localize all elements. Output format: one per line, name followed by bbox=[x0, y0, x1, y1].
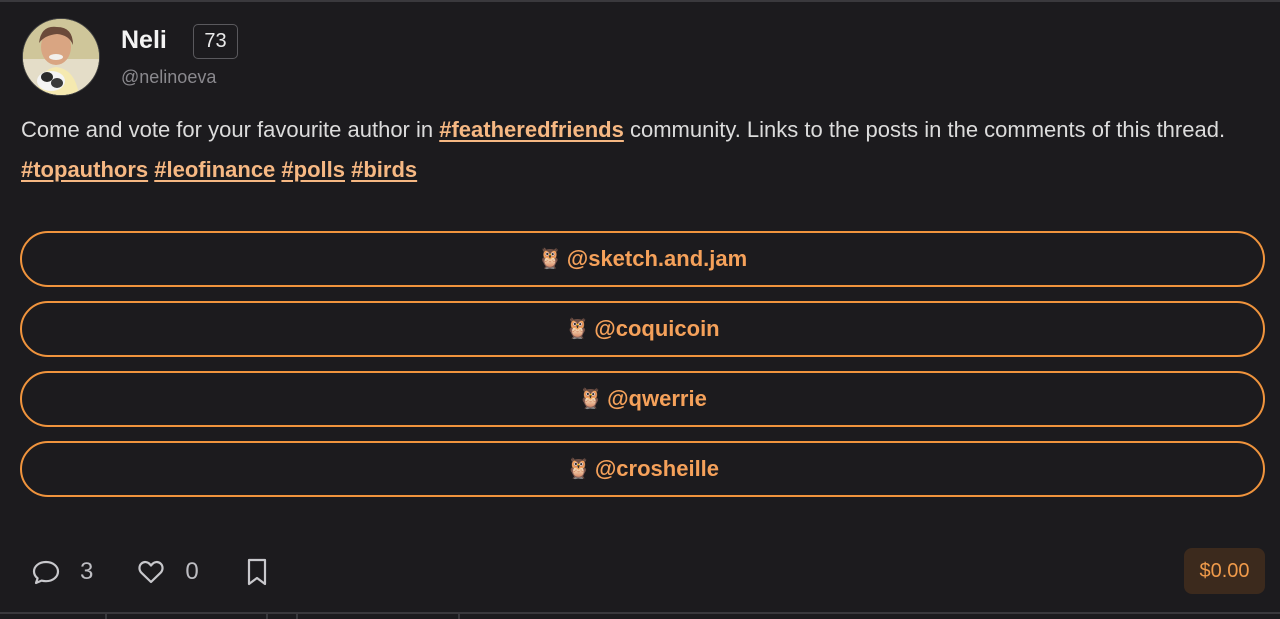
owl-icon: 🦉 bbox=[565, 318, 591, 340]
post-body: Come and vote for your favourite author … bbox=[21, 110, 1251, 190]
poll-option-label: @coquicoin bbox=[594, 316, 720, 341]
avatar[interactable] bbox=[22, 18, 100, 96]
owl-icon: 🦉 bbox=[578, 388, 604, 410]
comment-icon bbox=[32, 560, 60, 585]
bottom-divider bbox=[0, 612, 1280, 614]
tag-topauthors[interactable]: #topauthors bbox=[21, 157, 148, 182]
poll-option-label: @qwerrie bbox=[607, 386, 707, 411]
author-name[interactable]: Neli bbox=[121, 26, 167, 55]
comments-count: 3 bbox=[80, 558, 94, 585]
reputation-badge: 73 bbox=[193, 24, 238, 59]
avatar-photo bbox=[23, 19, 99, 95]
poll-option-coquicoin[interactable]: 🦉 @coquicoin bbox=[20, 301, 1265, 357]
heart-icon bbox=[138, 560, 164, 584]
bookmark-button[interactable] bbox=[241, 556, 273, 588]
poll-option-label: @sketch.and.jam bbox=[566, 246, 748, 271]
body-text-2: community. Links to the posts in the com… bbox=[623, 117, 1226, 142]
owl-icon: 🦉 bbox=[565, 458, 591, 480]
bookmark-icon bbox=[247, 558, 266, 586]
payout-button[interactable]: $0.00 bbox=[1184, 548, 1265, 594]
likes-count: 0 bbox=[185, 558, 199, 585]
like-button[interactable]: 0 bbox=[135, 556, 199, 588]
author-handle[interactable]: @nelinoeva bbox=[121, 67, 216, 88]
tag-featheredfriends[interactable]: #featheredfriends bbox=[439, 117, 624, 142]
owl-icon: 🦉 bbox=[537, 248, 563, 270]
poll: 🦉 @sketch.and.jam 🦉 @coquicoin 🦉 @qwerri… bbox=[20, 231, 1265, 511]
comments-button[interactable]: 3 bbox=[30, 556, 93, 588]
post-actions: 3 0 bbox=[30, 553, 273, 591]
post-card: Neli 73 @nelinoeva Come and vote for you… bbox=[0, 0, 1280, 619]
poll-option-qwerrie[interactable]: 🦉 @qwerrie bbox=[20, 371, 1265, 427]
poll-option-sketch-and-jam[interactable]: 🦉 @sketch.and.jam bbox=[20, 231, 1265, 287]
poll-option-crosheille[interactable]: 🦉 @crosheille bbox=[20, 441, 1265, 497]
tag-polls[interactable]: #polls bbox=[281, 157, 345, 182]
body-text-1: Come and vote for your favourite author … bbox=[21, 117, 440, 142]
poll-option-label: @crosheille bbox=[594, 456, 720, 481]
tag-birds[interactable]: #birds bbox=[351, 157, 417, 182]
tag-leofinance[interactable]: #leofinance bbox=[154, 157, 275, 182]
